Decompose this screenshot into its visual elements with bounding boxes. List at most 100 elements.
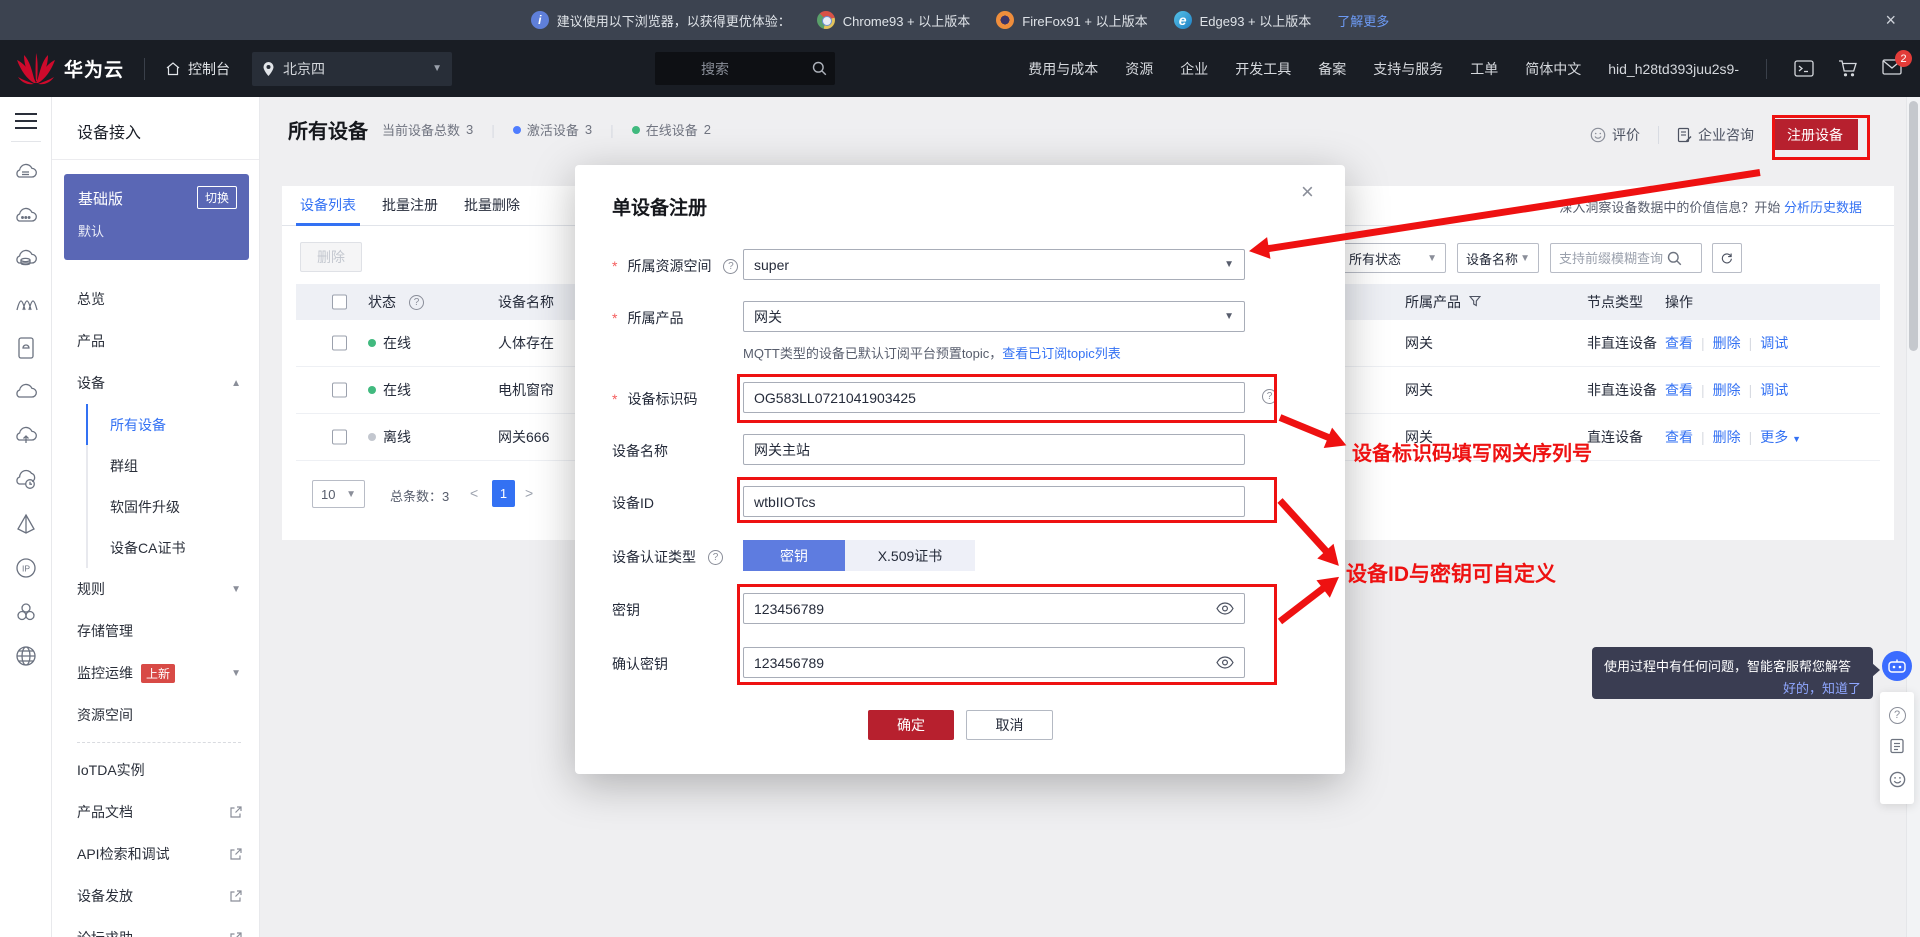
globe-icon[interactable] bbox=[0, 634, 52, 678]
sidebar-item-api-explorer[interactable]: API检索和调试 bbox=[52, 833, 259, 875]
terminal-icon[interactable] bbox=[1794, 60, 1814, 77]
filter-funnel-icon[interactable] bbox=[1469, 295, 1481, 307]
ip-circle-icon[interactable]: IP bbox=[0, 546, 52, 590]
nav-item-ticket[interactable]: 工单 bbox=[1470, 59, 1498, 79]
question-circle-icon[interactable]: ? bbox=[409, 295, 424, 310]
messages-button[interactable]: 2 bbox=[1882, 59, 1902, 78]
confirm-secret-field[interactable] bbox=[743, 647, 1245, 678]
sidebar-item-groups[interactable]: 群组 bbox=[88, 445, 259, 486]
search-icon[interactable] bbox=[1667, 251, 1682, 266]
device-code-input[interactable] bbox=[754, 390, 1194, 406]
cloud-clock-icon[interactable] bbox=[0, 458, 52, 502]
account-name[interactable]: hid_h28td393juu2s9- bbox=[1608, 61, 1739, 77]
nav-item-enterprise[interactable]: 企业 bbox=[1180, 59, 1208, 79]
sidebar-item-device-ca[interactable]: 设备CA证书 bbox=[88, 527, 259, 568]
topic-list-link[interactable]: 查看已订阅topic列表 bbox=[1002, 346, 1120, 361]
page-scrollbar[interactable] bbox=[1906, 97, 1920, 937]
cloud-server-icon[interactable] bbox=[0, 150, 52, 194]
debug-link[interactable]: 调试 bbox=[1760, 380, 1788, 400]
hamburger-menu-icon[interactable] bbox=[15, 113, 37, 129]
cloud-upload-icon[interactable] bbox=[0, 414, 52, 458]
row-checkbox[interactable] bbox=[332, 336, 347, 351]
register-device-button[interactable]: 注册设备 bbox=[1772, 119, 1858, 150]
auth-secret-tab[interactable]: 密钥 bbox=[743, 540, 845, 571]
close-icon[interactable]: × bbox=[1301, 179, 1314, 205]
help-button[interactable]: ? bbox=[1889, 705, 1906, 724]
cancel-button[interactable]: 取消 bbox=[966, 710, 1053, 740]
feedback-button[interactable] bbox=[1889, 738, 1905, 757]
sidebar-item-rules[interactable]: 规则▼ bbox=[52, 568, 259, 610]
sidebar-item-resource-space[interactable]: 资源空间 bbox=[52, 694, 259, 736]
eye-icon[interactable] bbox=[1216, 656, 1234, 669]
product-select[interactable]: 网关▼ bbox=[743, 301, 1245, 332]
confirm-button[interactable]: 确定 bbox=[868, 710, 954, 740]
name-filter-dropdown[interactable]: 设备名称▼ bbox=[1457, 243, 1539, 273]
sidebar-item-firmware-upgrade[interactable]: 软固件升级 bbox=[88, 486, 259, 527]
huawei-logo[interactable] bbox=[14, 51, 58, 87]
device-search-input[interactable] bbox=[1559, 251, 1667, 266]
nav-item-support[interactable]: 支持与服务 bbox=[1373, 59, 1443, 79]
row-checkbox[interactable] bbox=[332, 383, 347, 398]
nav-item-devtools[interactable]: 开发工具 bbox=[1235, 59, 1291, 79]
device-id-field[interactable] bbox=[743, 486, 1245, 517]
question-circle-icon[interactable]: ? bbox=[708, 550, 723, 565]
tab-device-list[interactable]: 设备列表 bbox=[300, 195, 356, 215]
group-circles-icon[interactable] bbox=[0, 590, 52, 634]
device-name-field[interactable] bbox=[743, 434, 1245, 465]
next-page-button[interactable]: > bbox=[525, 485, 533, 501]
device-name-input[interactable] bbox=[754, 442, 1194, 458]
rate-smiley-button[interactable] bbox=[1889, 771, 1906, 791]
page-size-select[interactable]: 10▼ bbox=[312, 480, 365, 508]
brand-name[interactable]: 华为云 bbox=[64, 55, 124, 82]
secret-input[interactable] bbox=[754, 601, 1194, 617]
delete-link[interactable]: 删除 bbox=[1713, 380, 1741, 400]
resource-space-select[interactable]: super▼ bbox=[743, 249, 1245, 280]
sidebar-item-forum-help[interactable]: 论坛求助 bbox=[52, 917, 259, 937]
assistant-dismiss-link[interactable]: 好的，知道了 bbox=[1604, 678, 1861, 697]
confirm-secret-input[interactable] bbox=[754, 655, 1194, 671]
region-selector[interactable]: 北京四 ▼ bbox=[252, 52, 452, 86]
search-icon[interactable] bbox=[812, 61, 827, 76]
prev-page-button[interactable]: < bbox=[470, 485, 478, 501]
select-all-checkbox[interactable] bbox=[332, 295, 347, 310]
nav-item-resources[interactable]: 资源 bbox=[1125, 59, 1153, 79]
auth-x509-tab[interactable]: X.509证书 bbox=[845, 540, 975, 571]
nav-item-language[interactable]: 简体中文 bbox=[1525, 59, 1581, 79]
question-circle-icon[interactable]: ? bbox=[723, 259, 738, 274]
sidebar-item-products[interactable]: 产品 bbox=[52, 320, 259, 362]
tab-batch-delete[interactable]: 批量删除 bbox=[464, 195, 520, 215]
delete-link[interactable]: 删除 bbox=[1713, 427, 1741, 447]
cart-icon[interactable] bbox=[1838, 59, 1858, 78]
sidebar-item-monitor[interactable]: 监控运维上新▼ bbox=[52, 652, 259, 694]
sidebar-item-iotda-instance[interactable]: IoTDA实例 bbox=[52, 749, 259, 791]
cloud-stack-icon[interactable] bbox=[0, 238, 52, 282]
sidebar-item-devices[interactable]: 设备▲ bbox=[52, 362, 259, 404]
device-search-box[interactable] bbox=[1550, 243, 1702, 273]
sidebar-item-product-docs[interactable]: 产品文档 bbox=[52, 791, 259, 833]
waves-icon[interactable] bbox=[0, 282, 52, 326]
smart-assistant-button[interactable] bbox=[1882, 651, 1912, 681]
enterprise-consult-button[interactable]: 企业咨询 bbox=[1677, 125, 1754, 145]
console-link[interactable]: 控制台 bbox=[165, 59, 230, 79]
cloud-dots-icon[interactable] bbox=[0, 194, 52, 238]
nav-item-billing[interactable]: 费用与成本 bbox=[1028, 59, 1098, 79]
sidebar-item-all-devices[interactable]: 所有设备 bbox=[86, 404, 259, 445]
tab-batch-register[interactable]: 批量注册 bbox=[382, 195, 438, 215]
current-page-button[interactable]: 1 bbox=[492, 480, 515, 507]
view-link[interactable]: 查看 bbox=[1665, 333, 1693, 353]
device-code-field[interactable] bbox=[743, 382, 1245, 413]
view-link[interactable]: 查看 bbox=[1665, 427, 1693, 447]
switch-edition-button[interactable]: 切换 bbox=[197, 186, 237, 209]
status-filter-dropdown[interactable]: 所有状态▼ bbox=[1340, 243, 1446, 273]
nav-item-icp[interactable]: 备案 bbox=[1318, 59, 1346, 79]
sidebar-item-device-provisioning[interactable]: 设备发放 bbox=[52, 875, 259, 917]
banner-close-icon[interactable]: × bbox=[1885, 10, 1896, 30]
scrollbar-thumb[interactable] bbox=[1909, 101, 1918, 351]
rate-button[interactable]: 评价 bbox=[1590, 125, 1640, 145]
debug-link[interactable]: 调试 bbox=[1760, 333, 1788, 353]
more-link[interactable]: 更多 ▼ bbox=[1760, 427, 1801, 447]
device-tablet-icon[interactable] bbox=[0, 326, 52, 370]
learn-more-link[interactable]: 了解更多 bbox=[1337, 11, 1389, 30]
secret-field[interactable] bbox=[743, 593, 1245, 624]
eye-icon[interactable] bbox=[1216, 602, 1234, 615]
